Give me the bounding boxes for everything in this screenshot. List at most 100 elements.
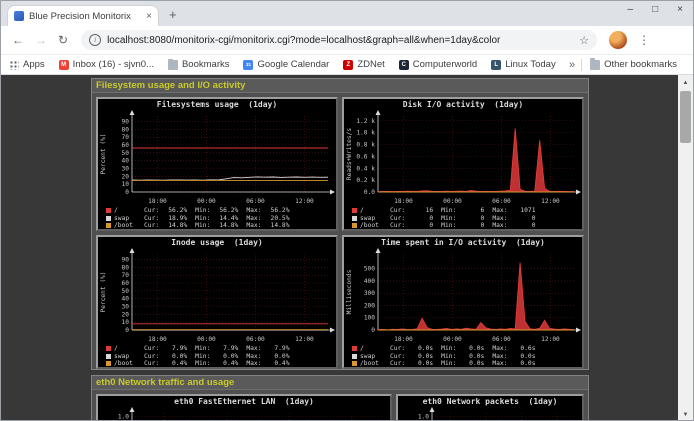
svg-text:Percent (%): Percent (%) — [100, 272, 107, 313]
window-controls: – □ × — [628, 4, 683, 15]
legend-stat-value: 7.9% — [161, 345, 187, 352]
legend-series-name: / — [114, 345, 144, 352]
legend-stat-value: 6 — [458, 207, 484, 214]
maximize-button[interactable]: □ — [652, 4, 658, 15]
favicon-icon: C — [399, 60, 409, 70]
legend-stat-value: 16 — [407, 207, 433, 214]
bookmark-label: Inbox (16) - sjvn0... — [73, 59, 154, 70]
legend-row: /bootCur:0.0sMin:0.0sMax:0.0s — [352, 360, 582, 368]
bookmark-item[interactable]: CComputerworld — [399, 59, 477, 70]
legend-stat-value: 0.0s — [458, 360, 484, 367]
folder-icon — [168, 60, 178, 70]
legend-series-name: /boot — [360, 360, 390, 367]
legend-swatch — [106, 346, 111, 351]
scroll-down-icon[interactable]: ▼ — [678, 407, 693, 421]
graph-disk-io-activity[interactable]: Disk I/O activity (1day) 0.00.2 k0.4 k0.… — [342, 97, 584, 231]
address-bar[interactable]: i localhost:8080/monitorix-cgi/monitorix… — [81, 30, 597, 50]
legend-stat-value: 0 — [510, 215, 536, 222]
legend-swatch — [352, 223, 357, 228]
legend-stat-label: Max: — [246, 353, 261, 360]
legend-stat-value: 0 — [510, 222, 536, 229]
graph-title: Inode usage (1day) — [98, 237, 336, 248]
bookmark-label: Apps — [23, 59, 45, 70]
legend-stat-value: 0.0s — [407, 360, 433, 367]
bookmark-item[interactable]: Apps — [9, 59, 45, 70]
graph-eth0-traffic[interactable]: eth0 FastEthernet LAN (1day) 0.00.20.40.… — [96, 394, 392, 421]
legend-series-name: swap — [360, 353, 390, 360]
back-icon[interactable]: ← — [12, 33, 24, 47]
svg-text:80: 80 — [122, 126, 130, 133]
graph-plot: 0.00.2 k0.4 k0.6 k0.8 k1.0 k1.2 k18:0000… — [344, 110, 582, 206]
bookmark-item[interactable]: Bookmarks — [168, 59, 230, 70]
other-bookmarks-button[interactable]: Other bookmarks — [590, 59, 677, 70]
scrollbar-thumb[interactable] — [680, 91, 691, 143]
legend-stat-label: Max: — [492, 222, 507, 229]
legend-swatch — [106, 208, 111, 213]
legend-stat-label: Min: — [441, 222, 456, 229]
browser-tab[interactable]: Blue Precision Monitorix × — [7, 5, 159, 26]
graph-io-time[interactable]: Time spent in I/O activity (1day) 010020… — [342, 235, 584, 369]
svg-text:500: 500 — [364, 266, 375, 273]
legend-row: /Cur:16Min:6Max:1071 — [352, 207, 582, 215]
graph-inode-usage[interactable]: Inode usage (1day) 010203040506070809018… — [96, 235, 338, 369]
section-network: eth0 Network traffic and usage eth0 Fast… — [91, 375, 589, 421]
legend-stat-value: 0.0% — [212, 353, 238, 360]
site-info-icon[interactable]: i — [89, 34, 101, 46]
svg-text:Percent (%): Percent (%) — [100, 134, 107, 175]
svg-text:00:00: 00:00 — [197, 198, 216, 205]
graph-title: Disk I/O activity (1day) — [344, 99, 582, 110]
legend-stat-value: 0.0s — [407, 353, 433, 360]
graph-title: Time spent in I/O activity (1day) — [344, 237, 582, 248]
graph-title: eth0 Network packets (1day) — [398, 396, 582, 407]
legend-row: /Cur:56.2%Min:56.2%Max:56.2% — [106, 207, 336, 215]
graph-filesystems-usage[interactable]: Filesystems usage (1day) 010203040506070… — [96, 97, 338, 231]
scroll-up-icon[interactable]: ▲ — [678, 75, 693, 90]
apps-grid-icon — [9, 60, 19, 70]
legend-stat-label: Min: — [441, 207, 456, 214]
svg-text:1.2 k: 1.2 k — [356, 118, 375, 125]
legend-stat-value: 0.4% — [264, 360, 290, 367]
svg-text:0.8 k: 0.8 k — [356, 142, 375, 149]
legend-stat-label: Min: — [441, 215, 456, 222]
bookmark-item[interactable]: ZZDNet — [343, 59, 384, 70]
legend-row: /Cur:0.0sMin:0.0sMax:0.6s — [352, 345, 582, 353]
svg-text:06:00: 06:00 — [492, 198, 511, 205]
bookmarks-overflow-icon[interactable]: » — [569, 59, 575, 71]
legend-stat-label: Min: — [441, 353, 456, 360]
legend-stat-value: 0.0s — [510, 353, 536, 360]
graph-eth0-packets[interactable]: eth0 Network packets (1day) 0.00.20.40.6… — [396, 394, 584, 421]
bookmark-label: Google Calendar — [257, 59, 329, 70]
window-close-button[interactable]: × — [677, 4, 683, 15]
page-content: Filesystem usage and I/O activity Filesy… — [1, 75, 680, 421]
legend-stat-value: 0.0s — [458, 345, 484, 352]
page-scrollbar[interactable]: ▲ ▼ — [678, 75, 693, 421]
bookmark-star-icon[interactable]: ☆ — [579, 34, 589, 47]
new-tab-button[interactable]: + — [169, 7, 177, 22]
profile-avatar[interactable] — [609, 31, 627, 49]
url-text[interactable]: localhost:8080/monitorix-cgi/monitorix.c… — [107, 35, 573, 46]
forward-icon[interactable]: → — [35, 33, 47, 47]
legend-stat-value: 0.0% — [264, 353, 290, 360]
legend-stat-label: Cur: — [390, 222, 405, 229]
tab-close-icon[interactable]: × — [146, 11, 152, 22]
legend-stat-label: Cur: — [390, 207, 405, 214]
legend-stat-value: 0 — [458, 222, 484, 229]
svg-text:40: 40 — [122, 158, 130, 165]
legend-series-name: / — [360, 345, 390, 352]
favicon-icon: M — [59, 60, 69, 70]
svg-text:60: 60 — [122, 280, 130, 287]
svg-text:0.6 k: 0.6 k — [356, 153, 375, 160]
bookmark-item[interactable]: M Inbox (16) - sjvn0... — [59, 59, 154, 70]
graph-title: eth0 FastEthernet LAN (1day) — [98, 396, 390, 407]
legend-stat-value: 14.4% — [212, 215, 238, 222]
browser-menu-icon[interactable]: ⋮ — [638, 33, 650, 47]
minimize-button[interactable]: – — [628, 4, 634, 15]
reload-icon[interactable]: ↻ — [58, 33, 68, 47]
svg-text:20: 20 — [122, 311, 130, 318]
legend-stat-label: Min: — [195, 345, 210, 352]
bookmark-label: Bookmarks — [182, 59, 230, 70]
legend-stat-label: Cur: — [390, 353, 405, 360]
legend-series-name: /boot — [360, 222, 390, 229]
bookmark-item[interactable]: 31Google Calendar — [243, 59, 329, 70]
bookmark-item[interactable]: LLinux Today — [491, 59, 556, 70]
